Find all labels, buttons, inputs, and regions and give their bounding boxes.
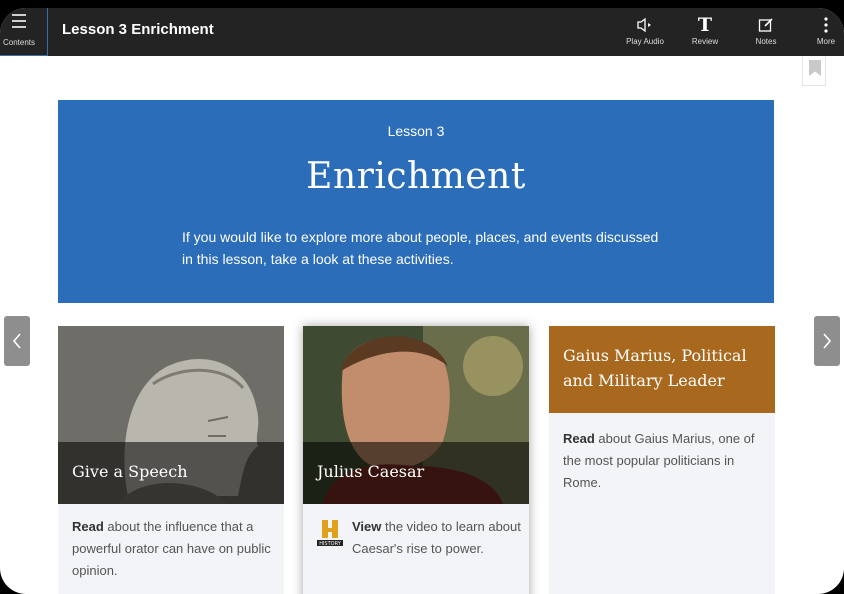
card-verb: Read — [72, 519, 104, 534]
card-heading: Gaius Marius, Political and Military Lea… — [549, 326, 775, 413]
card-verb: Read — [563, 431, 595, 446]
contents-label: Contents — [3, 38, 36, 47]
notes-icon — [741, 14, 791, 36]
card-description: Read about the influence that a powerful… — [72, 516, 272, 582]
enrichment-banner: Lesson 3 Enrichment If you would like to… — [58, 100, 774, 303]
more-label: More — [816, 37, 836, 46]
bookmark-icon — [809, 60, 821, 76]
card-description: View the video to learn about Caesar's r… — [352, 516, 522, 560]
card-give-a-speech[interactable]: Give a Speech Read about the influence t… — [58, 326, 284, 594]
device-frame: Contents Lesson 3 Enrichment Play Audio … — [0, 0, 844, 594]
lesson-number: Lesson 3 — [387, 123, 445, 139]
svg-text:HISTORY: HISTORY — [319, 541, 342, 547]
review-button[interactable]: T Review — [680, 14, 730, 46]
more-button[interactable]: More — [801, 14, 844, 46]
card-caption: Give a Speech — [58, 442, 284, 504]
card-julius-caesar[interactable]: Julius Caesar HISTORY View the video to … — [303, 326, 529, 594]
card-gaius-marius[interactable]: Gaius Marius, Political and Military Lea… — [549, 326, 775, 594]
play-audio-button[interactable]: Play Audio — [620, 14, 670, 46]
top-toolbar: Contents Lesson 3 Enrichment Play Audio … — [0, 8, 844, 56]
page-title: Lesson 3 Enrichment — [62, 21, 214, 38]
banner-heading: Enrichment — [306, 156, 526, 197]
notes-button[interactable]: Notes — [741, 14, 791, 46]
audio-icon — [620, 14, 670, 36]
bust-image: Give a Speech — [58, 326, 284, 504]
banner-description: If you would like to explore more about … — [182, 229, 659, 267]
more-vertical-icon — [801, 14, 844, 36]
bookmark-button[interactable] — [802, 56, 826, 86]
text-t-icon: T — [697, 14, 713, 36]
card-verb: View — [352, 519, 382, 534]
chevron-right-icon — [823, 333, 832, 349]
caesar-video-image: Julius Caesar — [303, 326, 529, 504]
reader-screen: Contents Lesson 3 Enrichment Play Audio … — [0, 8, 844, 594]
chevron-left-icon — [12, 333, 21, 349]
play-audio-label: Play Audio — [626, 37, 664, 46]
contents-button[interactable]: Contents — [0, 8, 48, 56]
next-page-button[interactable] — [814, 316, 840, 366]
hamburger-icon — [12, 14, 26, 32]
notes-label: Notes — [755, 37, 777, 46]
card-caption: Julius Caesar — [303, 442, 529, 504]
previous-page-button[interactable] — [4, 316, 30, 366]
card-description: Read about Gaius Marius, one of the most… — [563, 428, 763, 494]
review-label: Review — [691, 37, 719, 46]
history-channel-logo: HISTORY — [315, 518, 345, 548]
